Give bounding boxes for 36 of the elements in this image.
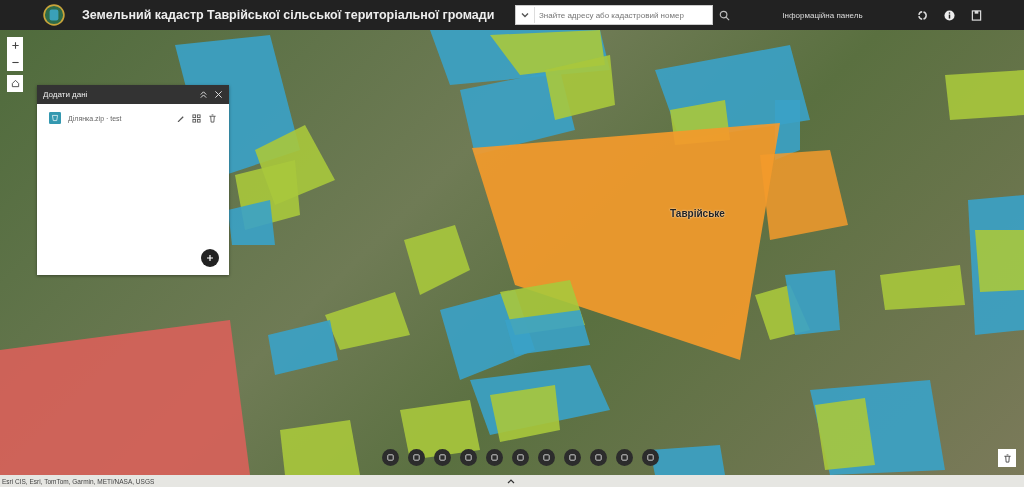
grid-icon[interactable] — [192, 113, 201, 123]
add-button[interactable] — [201, 249, 219, 267]
refresh-icon[interactable] — [917, 9, 928, 21]
square-icon — [594, 453, 603, 462]
chevron-up-icon[interactable] — [506, 478, 516, 484]
search-field[interactable]: Знайте адресу або кадастровий номер — [515, 5, 713, 25]
square-icon — [438, 453, 447, 462]
square-icon — [464, 453, 473, 462]
emblem-icon — [43, 4, 65, 26]
square-icon — [646, 453, 655, 462]
square-icon — [412, 453, 421, 462]
square-icon — [568, 453, 577, 462]
trash-icon — [1002, 453, 1012, 463]
panel-title: Додати дані — [43, 90, 89, 99]
polygon-layer-icon — [49, 112, 61, 124]
home-icon — [10, 79, 20, 88]
plus-icon — [10, 41, 20, 50]
pencil-icon[interactable] — [176, 113, 185, 123]
app-title: Земельний кадастр Таврійської сільської територіальної громади — [82, 8, 495, 22]
plus-icon — [205, 253, 215, 263]
info-icon[interactable] — [944, 9, 955, 21]
save-icon[interactable] — [971, 9, 982, 21]
close-icon[interactable] — [214, 90, 223, 99]
info-panel-button[interactable]: Інформаційна панель — [770, 10, 875, 20]
square-icon — [386, 453, 395, 462]
collapse-icon[interactable] — [199, 90, 208, 99]
square-icon — [490, 453, 499, 462]
place-label: Таврійське — [670, 208, 725, 219]
delete-button[interactable] — [998, 449, 1016, 467]
square-icon — [542, 453, 551, 462]
home-button[interactable] — [7, 75, 23, 92]
square-icon — [516, 453, 525, 462]
search-icon[interactable] — [719, 9, 730, 21]
trash-icon[interactable] — [208, 113, 217, 123]
square-icon — [620, 453, 629, 462]
chevron-down-icon[interactable] — [520, 10, 530, 20]
